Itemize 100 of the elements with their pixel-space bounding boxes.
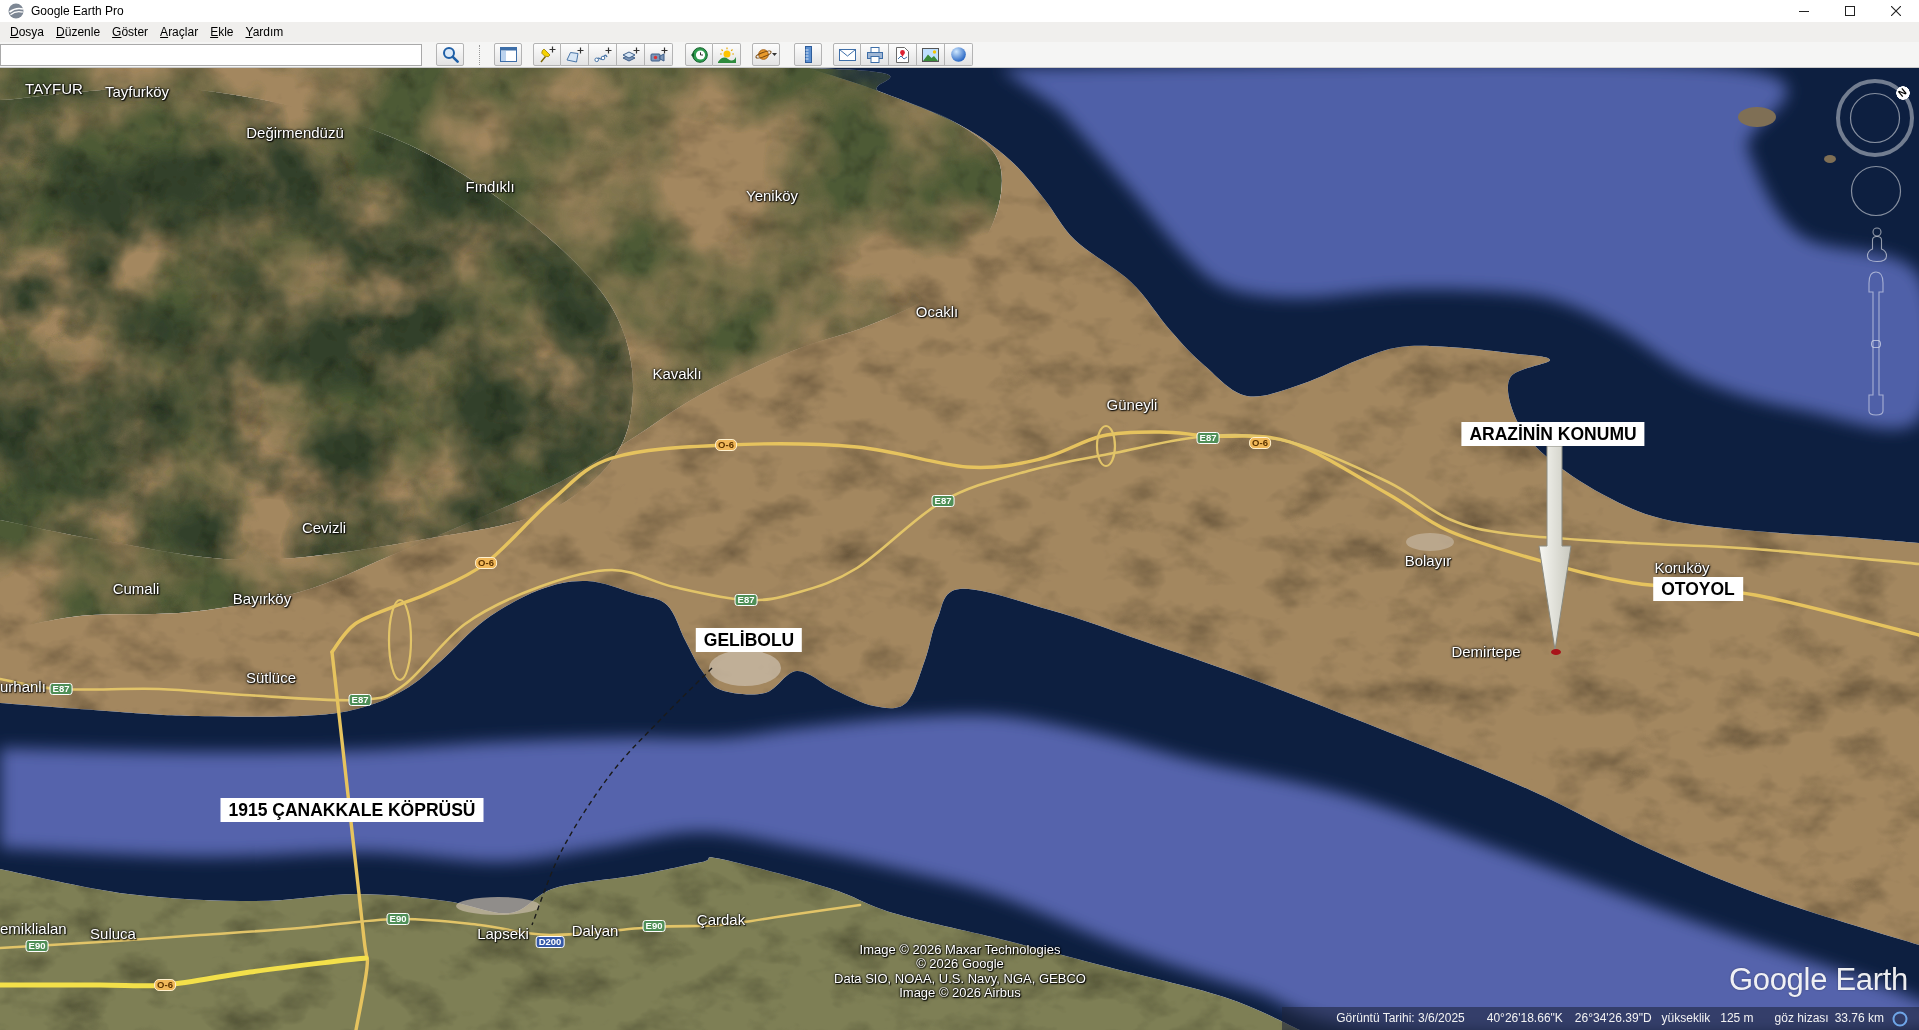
- menu-item[interactable]: Araçlar: [154, 22, 205, 42]
- place-label: Lapseki: [477, 924, 529, 942]
- road-shield: E87: [348, 694, 372, 706]
- place-label: Değirmendüzü: [246, 123, 344, 141]
- pushpin-plus-icon: [538, 46, 556, 63]
- polygon-button[interactable]: [561, 43, 589, 66]
- caret-icon: [772, 53, 777, 56]
- video-camera-plus-icon: [649, 46, 668, 63]
- print-button[interactable]: [861, 43, 889, 66]
- road-shield: O-6: [1249, 437, 1271, 449]
- layers-plus-icon: [621, 46, 640, 63]
- place-label: Kavaklı: [652, 364, 702, 382]
- path-button[interactable]: [589, 43, 617, 66]
- earth-button[interactable]: [945, 43, 973, 66]
- planet-button[interactable]: [752, 43, 780, 66]
- eye-altitude-label: göz hizası: [1774, 1010, 1829, 1027]
- overlay-button[interactable]: [617, 43, 645, 66]
- attribution-text: © 2026 Google: [915, 957, 1004, 972]
- search-icon: [441, 46, 459, 63]
- attribution-text: Data SIO, NOAA, U.S. Navy, NGA, GEBCO: [834, 971, 1086, 987]
- location-marker: [1551, 649, 1561, 655]
- road-shield: O-6: [154, 979, 176, 991]
- road-shield: E87: [49, 683, 73, 695]
- place-label: Güneyli: [1106, 395, 1158, 413]
- printer-icon: [866, 46, 883, 63]
- island: [1738, 107, 1776, 127]
- zoom-slider-thumb[interactable]: [1871, 339, 1881, 348]
- envelope-icon: [838, 48, 856, 61]
- map-pin-document-icon: [896, 46, 909, 63]
- place-label: TAYFUR: [25, 79, 83, 97]
- sidebar-button[interactable]: [494, 43, 522, 66]
- latitude-text: 40°26'18.66"K: [1486, 1010, 1563, 1027]
- annotation-label: GELİBOLU: [695, 628, 803, 652]
- town-area: [1406, 533, 1454, 551]
- menu-item[interactable]: Göster: [106, 22, 155, 42]
- planet-icon: [755, 48, 772, 61]
- annotation-label: 1915 ÇANAKKALE KÖPRÜSÜ: [220, 798, 484, 822]
- place-label: Cevizli: [301, 518, 347, 536]
- look-joystick[interactable]: [1850, 165, 1902, 217]
- road-shield: E90: [25, 940, 49, 952]
- window-panel-icon: [499, 47, 517, 62]
- road-interchange: [1095, 424, 1117, 468]
- place-label: Koruköy: [1654, 558, 1710, 576]
- history-button[interactable]: [685, 43, 713, 66]
- email-button[interactable]: [833, 43, 861, 66]
- road-shield: E90: [642, 920, 666, 932]
- placemark-button[interactable]: [533, 43, 561, 66]
- town-area: [709, 650, 781, 686]
- navigation-ring[interactable]: N: [1835, 78, 1915, 158]
- person-icon[interactable]: [1866, 227, 1888, 263]
- place-label: Sütlüce: [246, 668, 296, 686]
- road-shield: E87: [1196, 432, 1220, 444]
- app-logo: Google Earth: [1728, 963, 1908, 997]
- ruler-icon: [804, 46, 812, 63]
- eye-altitude-value: 33.76 km: [1834, 1010, 1884, 1027]
- place-label: Fındıklı: [465, 177, 515, 195]
- place-label: Tayfurköy: [104, 82, 170, 100]
- globe-logo-icon: [8, 3, 24, 19]
- annotation-label: ARAZİNİN KONUMU: [1461, 422, 1645, 446]
- place-label: urhanlı: [0, 677, 46, 695]
- search-button[interactable]: [436, 43, 464, 66]
- imagery-date-text: Görüntü Tarihi: 3/6/2025: [1336, 1010, 1465, 1027]
- menu-item[interactable]: Düzenle: [50, 22, 107, 42]
- search-field[interactable]: [0, 43, 422, 66]
- place-label: emiklialan: [0, 919, 67, 937]
- place-label: Demirtepe: [1451, 642, 1521, 660]
- longitude-text: 26°34'26.39"D: [1574, 1010, 1652, 1027]
- road-shield: E87: [734, 594, 758, 606]
- road-shield: O-6: [475, 557, 497, 569]
- north-button[interactable]: N: [1896, 86, 1910, 100]
- maps-button[interactable]: [889, 43, 917, 66]
- road-shield: D200: [535, 936, 565, 948]
- picture-icon: [922, 47, 939, 62]
- window-title: Google Earth Pro: [31, 3, 124, 20]
- island: [1824, 155, 1836, 163]
- elevation-label: yükseklik: [1661, 1010, 1711, 1027]
- menu-item[interactable]: Ekle: [204, 22, 240, 42]
- annotation-label: OTOYOL: [1653, 577, 1743, 601]
- place-label: Bayırköy: [232, 589, 292, 607]
- minimize-icon: [1799, 10, 1809, 12]
- save-image-button[interactable]: [917, 43, 945, 66]
- elevation-value: 125 m: [1720, 1010, 1754, 1027]
- sunlight-button[interactable]: [713, 43, 741, 66]
- close-icon: [1891, 6, 1901, 16]
- maximize-icon: [1845, 6, 1855, 16]
- polygon-plus-icon: [565, 46, 584, 63]
- road-shield: E87: [931, 495, 955, 507]
- road-shield: E90: [386, 913, 410, 925]
- tour-button[interactable]: [645, 43, 673, 66]
- place-label: Yeniköy: [746, 186, 798, 204]
- place-label: Suluca: [90, 924, 136, 942]
- place-label: Çardak: [696, 910, 746, 928]
- ring-icon: [1892, 1010, 1908, 1027]
- menu-item[interactable]: Yardım: [239, 22, 290, 42]
- attribution-text: Image © 2026 Maxar Technologies: [858, 943, 1062, 958]
- place-label: Cumali: [112, 579, 160, 597]
- place-label: Ocaklı: [915, 302, 959, 320]
- zoom-slider[interactable]: [1866, 271, 1886, 416]
- menu-item[interactable]: Dosya: [4, 22, 51, 42]
- ruler-button[interactable]: [794, 43, 822, 66]
